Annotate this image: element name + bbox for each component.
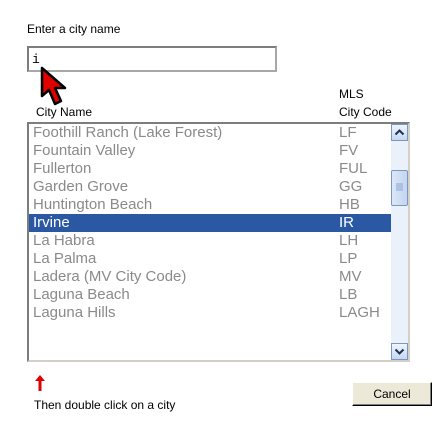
city-name-cell: Fullerton <box>33 160 92 177</box>
city-list-item[interactable]: Foothill Ranch (Lake Forest) LF <box>29 124 391 142</box>
city-name-prompt-label: Enter a city name <box>27 22 121 36</box>
city-name-cell: La Habra <box>33 232 95 249</box>
cancel-button[interactable]: Cancel <box>352 382 432 406</box>
city-name-cell: Laguna Beach <box>33 286 130 303</box>
city-name-cell: Fountain Valley <box>33 142 136 159</box>
chevron-up-icon <box>394 129 405 136</box>
city-code-column-header: City Code <box>339 105 392 119</box>
city-name-cell: Ladera (MV City Code) <box>33 268 187 285</box>
city-list-item[interactable]: Garden Grove GG <box>29 178 391 196</box>
city-list-item[interactable]: Huntington Beach HB <box>29 196 391 214</box>
city-list-item[interactable]: Irvine IR <box>29 214 391 232</box>
grip-icon <box>396 183 403 191</box>
list-scrollbar[interactable] <box>391 124 408 360</box>
city-code-cell: LF <box>339 124 357 141</box>
city-code-cell: LP <box>339 250 358 267</box>
city-name-cell: Laguna Hills <box>33 304 116 321</box>
scroll-thumb[interactable] <box>391 170 408 206</box>
city-code-cell: FUL <box>339 160 368 177</box>
city-list-item[interactable]: La Palma LP <box>29 250 391 268</box>
city-listbox[interactable]: Foothill Ranch (Lake Forest) LF Fountain V… <box>27 122 410 362</box>
chevron-down-icon <box>394 348 405 355</box>
mouse-pointer-icon <box>40 66 67 106</box>
city-code-cell: LAGH <box>339 304 380 321</box>
city-name-cell: Irvine <box>33 214 70 231</box>
city-name-cell: Garden Grove <box>33 178 129 195</box>
city-code-cell: HB <box>339 196 360 213</box>
city-name-cell: Huntington Beach <box>33 196 153 213</box>
city-list-item[interactable]: Fountain Valley FV <box>29 142 391 160</box>
city-code-cell: LB <box>339 286 358 303</box>
arrow-up-icon <box>35 375 45 391</box>
city-code-cell: GG <box>339 178 363 195</box>
city-name-cell: Foothill Ranch (Lake Forest) <box>33 124 223 141</box>
city-list-item[interactable]: Fullerton FUL <box>29 160 391 178</box>
scroll-up-button[interactable] <box>391 124 408 141</box>
city-code-cell: MV <box>339 268 362 285</box>
city-list-item[interactable]: Laguna Hills LAGH <box>29 304 391 322</box>
city-list-item[interactable]: Laguna Beach LB <box>29 286 391 304</box>
city-picker-dialog: Enter a city name MLS City Name City Cod… <box>0 0 433 428</box>
mls-column-header: MLS <box>339 87 364 101</box>
city-code-cell: IR <box>339 214 354 231</box>
scroll-down-button[interactable] <box>391 343 408 360</box>
city-name-cell: La Palma <box>33 250 97 267</box>
double-click-hint: Then double click on a city <box>34 398 176 412</box>
city-code-cell: FV <box>339 142 359 159</box>
city-list-item[interactable]: Ladera (MV City Code) MV <box>29 268 391 286</box>
city-code-cell: LH <box>339 232 359 249</box>
city-name-column-header: City Name <box>36 105 93 119</box>
city-list-item[interactable]: La Habra LH <box>29 232 391 250</box>
city-list: Foothill Ranch (Lake Forest) LF Fountain V… <box>29 124 391 322</box>
